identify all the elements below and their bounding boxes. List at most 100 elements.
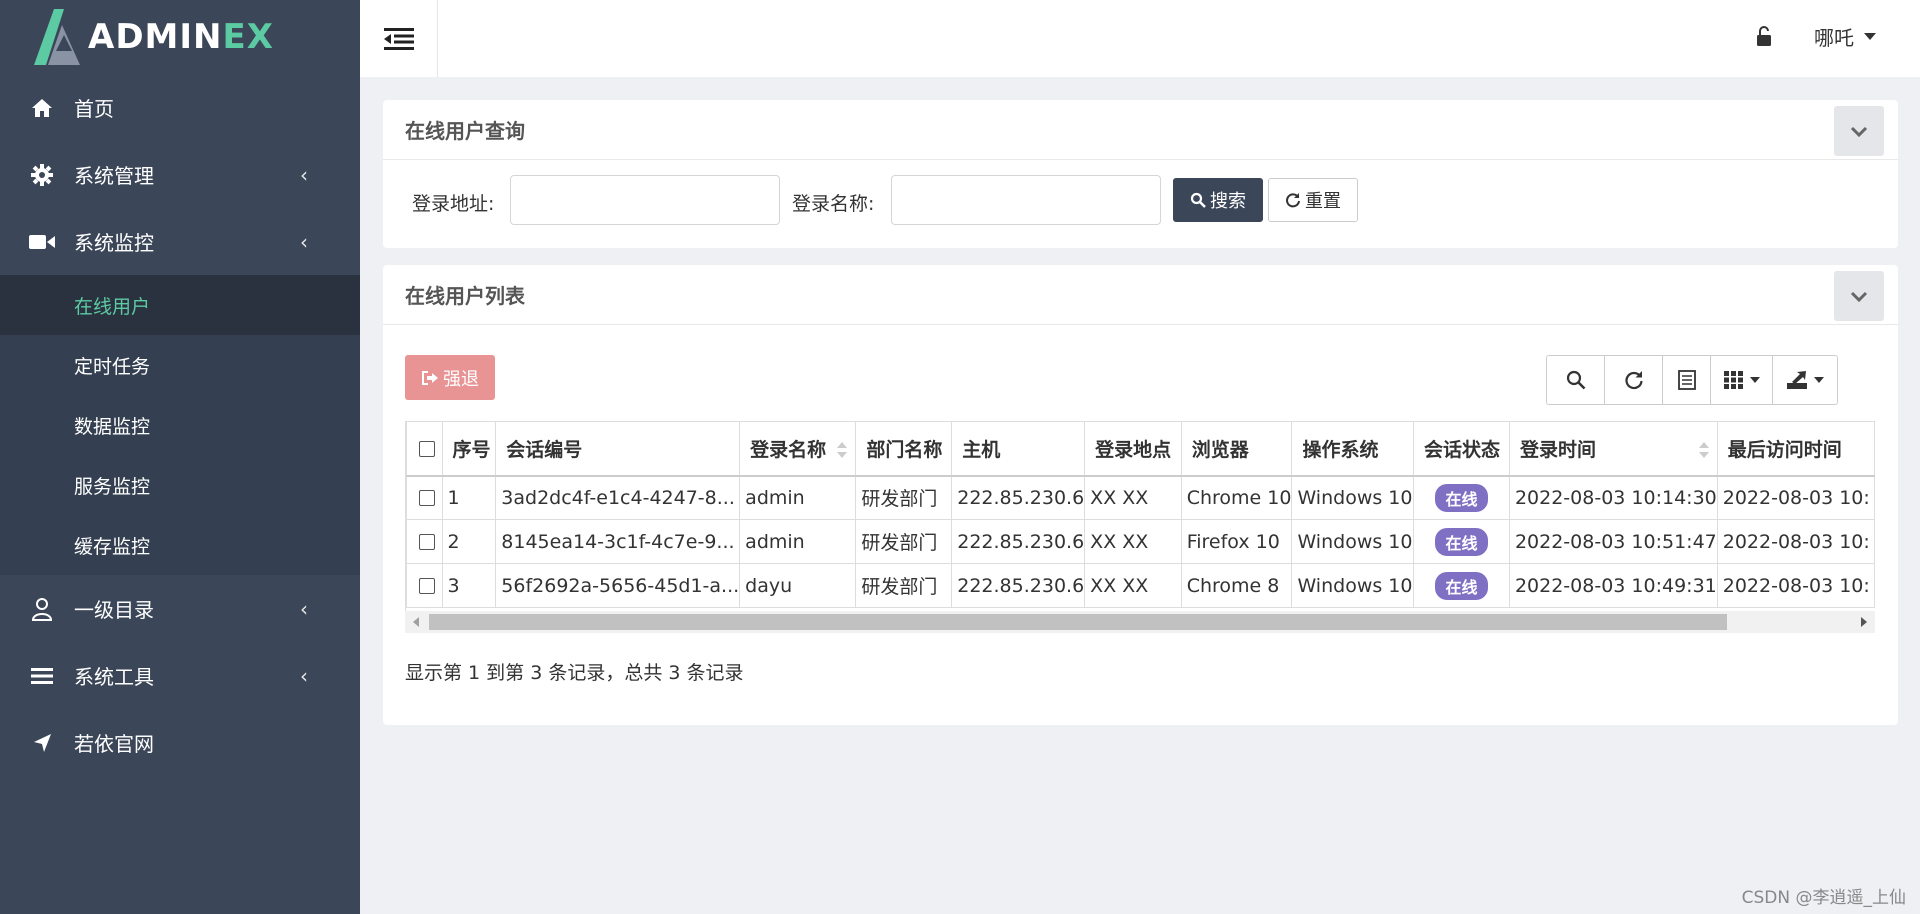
row-checkbox[interactable]	[419, 534, 435, 550]
col-header-host: 主机	[951, 421, 1086, 477]
cell-no: 1	[441, 475, 497, 520]
reset-button-label: 重置	[1305, 191, 1341, 212]
sidebar-item-label: 系统监控	[74, 231, 154, 255]
row-select-cell[interactable]	[406, 475, 443, 520]
row-checkbox[interactable]	[419, 578, 435, 594]
select-all-header[interactable]	[406, 421, 443, 477]
refresh-icon	[1286, 193, 1300, 208]
pagination-info: 显示第 1 到第 3 条记录，总共 3 条记录	[405, 662, 744, 684]
col-header-login-time[interactable]: 登录时间	[1508, 421, 1718, 477]
cell-browser: Firefox 10	[1180, 519, 1293, 564]
cell-session: 56f2692a-5656-45d1-a...	[495, 563, 741, 608]
monitor-submenu: 在线用户 定时任务 数据监控 服务监控 缓存监控	[0, 275, 360, 575]
sidebar-subitem-cache-monitor[interactable]: 缓存监控	[0, 515, 360, 575]
cell-last-access: 2022-08-03 10:	[1716, 563, 1875, 608]
col-header-last-access: 最后访问时间	[1716, 421, 1875, 477]
status-badge: 在线	[1435, 483, 1488, 512]
scroll-right-arrow-icon[interactable]	[1861, 617, 1867, 627]
indent-icon	[383, 27, 414, 50]
chevron-left-icon: ‹	[300, 663, 308, 688]
scroll-left-arrow-icon[interactable]	[413, 617, 419, 627]
collapse-button[interactable]	[1834, 106, 1884, 156]
sidebar-item-label: 若依官网	[74, 732, 154, 756]
col-header-dept: 部门名称	[855, 421, 953, 477]
columns-button[interactable]	[1711, 356, 1773, 404]
force-logout-label: 强退	[443, 368, 479, 390]
caret-down-icon	[1864, 33, 1876, 40]
export-icon	[1787, 371, 1807, 389]
refresh-button[interactable]	[1605, 356, 1663, 404]
toggle-search-button[interactable]	[1547, 356, 1605, 404]
cell-location: XX XX	[1084, 475, 1182, 520]
list-panel-header: 在线用户列表	[383, 265, 1898, 325]
logo[interactable]: ADMINEX	[0, 0, 360, 74]
select-all-checkbox[interactable]	[419, 440, 435, 457]
logo-mark-icon	[28, 7, 82, 67]
login-address-input[interactable]	[510, 175, 780, 225]
sidebar-item-label: 首页	[74, 97, 114, 121]
sidebar-subitem-service-monitor[interactable]: 服务监控	[0, 455, 360, 515]
user-menu[interactable]: 哪吒	[1814, 22, 1876, 51]
caret-down-icon	[1814, 377, 1824, 383]
reset-button[interactable]: 重置	[1268, 178, 1358, 222]
sidebar-subitem-online-users[interactable]: 在线用户	[0, 275, 360, 335]
login-name-input[interactable]	[891, 175, 1161, 225]
scrollbar-thumb[interactable]	[429, 614, 1727, 630]
cell-session: 3ad2dc4f-e1c4-4247-8...	[495, 475, 741, 520]
col-header-os: 操作系统	[1291, 421, 1415, 477]
sidebar-item-system-tools[interactable]: 系统工具 ‹	[0, 642, 360, 709]
force-logout-button[interactable]: 强退	[405, 355, 495, 400]
row-select-cell[interactable]	[406, 563, 443, 608]
list-alt-icon	[1677, 370, 1696, 390]
logo-text-main: ADMIN	[88, 17, 223, 57]
table-toolbar	[1546, 355, 1838, 405]
search-panel-header: 在线用户查询	[383, 100, 1898, 160]
refresh-icon	[1624, 371, 1643, 390]
table-row[interactable]: 1 3ad2dc4f-e1c4-4247-8... admin 研发部门 222…	[406, 475, 1875, 520]
search-button[interactable]: 搜索	[1173, 178, 1263, 222]
status-badge: 在线	[1435, 527, 1488, 556]
cell-session: 8145ea14-3c1f-4c7e-9...	[495, 519, 741, 564]
sidebar-item-system-monitor[interactable]: 系统监控 ‹	[0, 208, 360, 275]
cell-login-time: 2022-08-03 10:14:30	[1508, 475, 1718, 520]
collapse-button[interactable]	[1834, 271, 1884, 321]
unlock-icon	[1757, 26, 1771, 46]
sidebar-item-ruoyi-site[interactable]: 若依官网	[0, 709, 360, 776]
list-panel: 在线用户列表 强退 序号 会话编号 登录名称 部门名称 主机 登录地点 浏览器 …	[383, 265, 1898, 725]
sidebar-item-first-level-directory[interactable]: 一级目录 ‹	[0, 575, 360, 642]
horizontal-scrollbar[interactable]	[405, 611, 1875, 633]
topbar: 哪吒	[360, 0, 1920, 77]
cell-last-access: 2022-08-03 10:	[1716, 475, 1875, 520]
row-select-cell[interactable]	[406, 519, 443, 564]
sidebar-item-label: 一级目录	[74, 598, 154, 622]
home-icon	[28, 98, 56, 118]
cell-host: 222.85.230.6	[951, 475, 1086, 520]
toggle-view-button[interactable]	[1663, 356, 1711, 404]
sidebar-subitem-data-monitor[interactable]: 数据监控	[0, 395, 360, 455]
lock-screen-button[interactable]	[1757, 26, 1771, 51]
cell-location: XX XX	[1084, 519, 1182, 564]
search-icon	[1566, 370, 1585, 390]
export-button[interactable]	[1773, 356, 1837, 404]
cell-os: Windows 10	[1291, 563, 1415, 608]
sidebar-item-system-management[interactable]: 系统管理 ‹	[0, 141, 360, 208]
sidebar-item-home[interactable]: 首页	[0, 74, 360, 141]
cell-dept: 研发部门	[855, 519, 953, 564]
cell-status: 在线	[1413, 519, 1510, 564]
table-row[interactable]: 2 8145ea14-3c1f-4c7e-9... admin 研发部门 222…	[406, 519, 1875, 564]
row-checkbox[interactable]	[419, 490, 435, 507]
caret-down-icon	[1749, 377, 1760, 383]
chevron-left-icon: ‹	[300, 162, 308, 187]
sidebar-toggle-button[interactable]	[360, 0, 438, 77]
sidebar-item-label: 系统管理	[74, 164, 154, 188]
status-badge: 在线	[1435, 571, 1488, 600]
table-row[interactable]: 3 56f2692a-5656-45d1-a... dayu 研发部门 222.…	[406, 563, 1875, 608]
search-panel: 在线用户查询 登录地址: 登录名称: 搜索 重置	[383, 100, 1898, 248]
col-header-location: 登录地点	[1084, 421, 1182, 477]
video-camera-icon	[28, 233, 56, 251]
col-header-no: 序号	[441, 421, 497, 477]
bars-icon	[28, 667, 56, 685]
sidebar-subitem-scheduled-tasks[interactable]: 定时任务	[0, 335, 360, 395]
col-header-login-name[interactable]: 登录名称	[739, 421, 857, 477]
col-header-browser: 浏览器	[1180, 421, 1293, 477]
